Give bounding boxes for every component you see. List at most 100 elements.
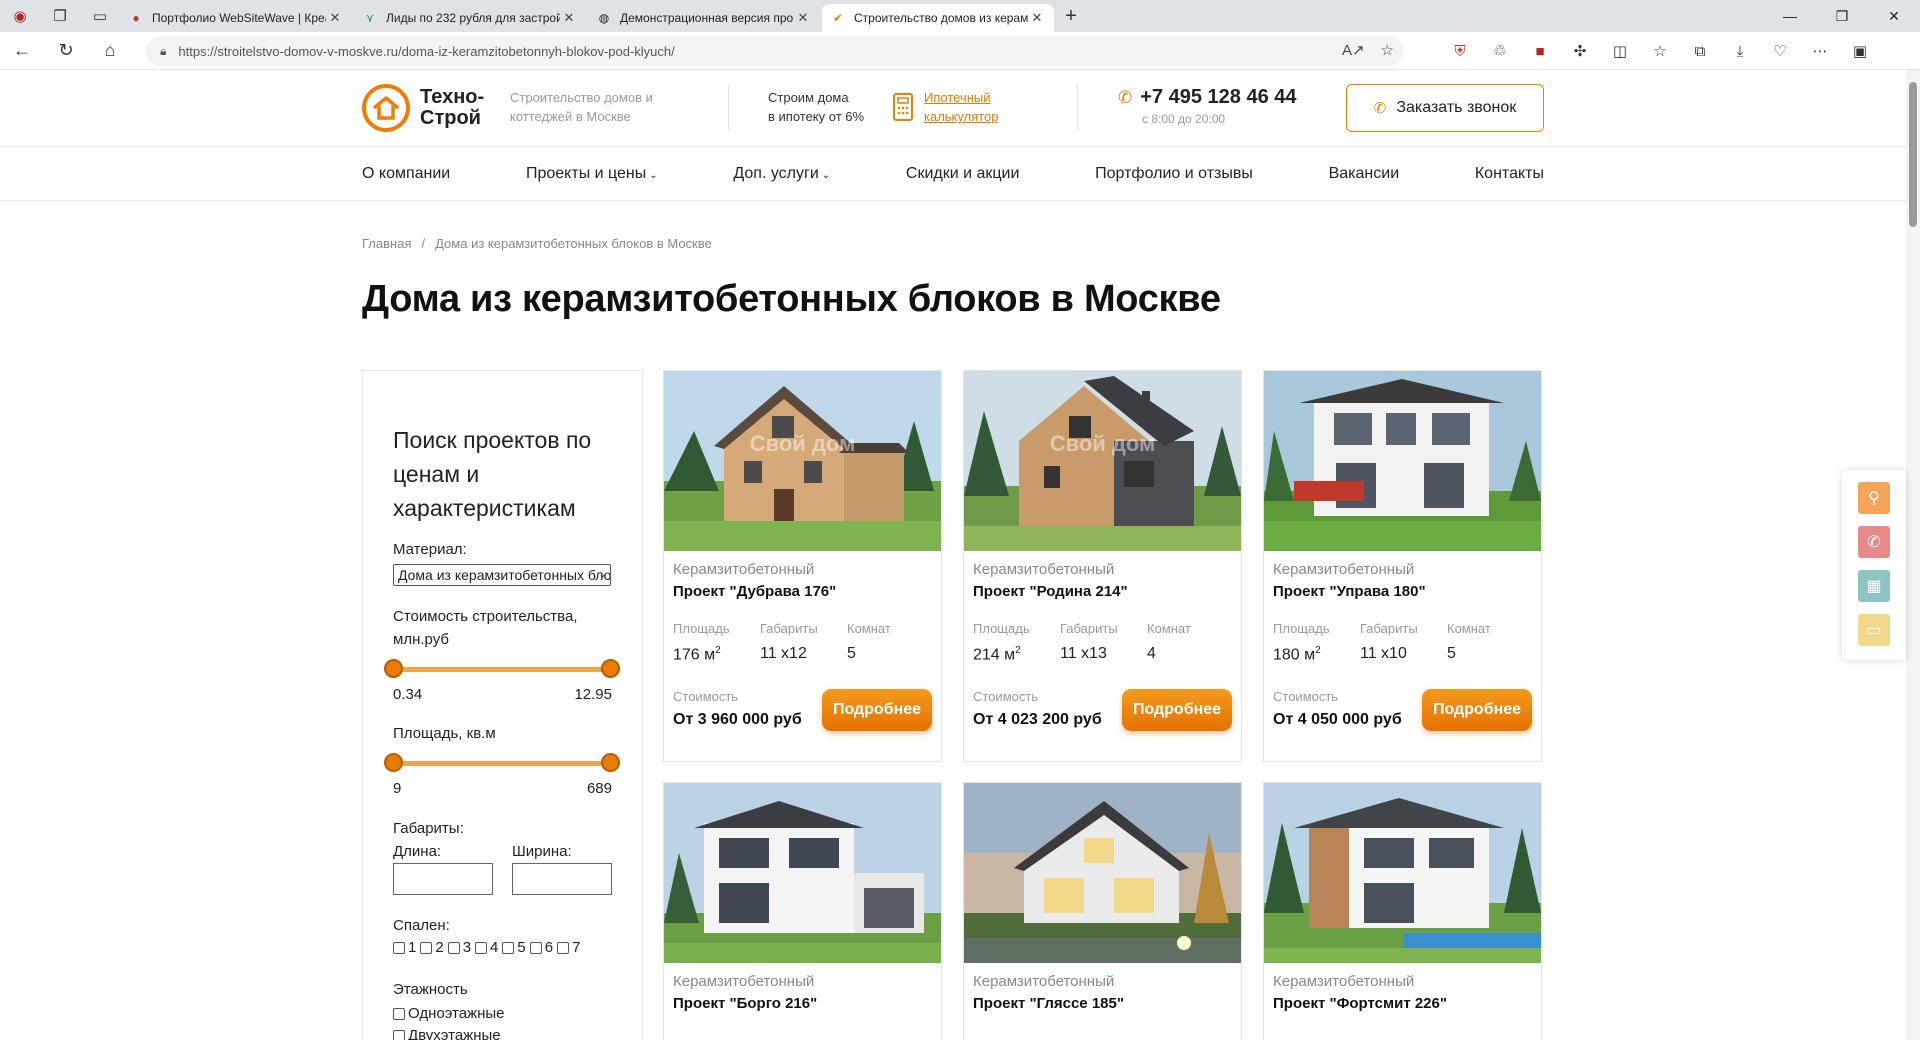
bedrooms-checkbox-6[interactable]: 6 (529, 939, 553, 956)
project-photo[interactable] (1264, 371, 1541, 551)
site-header: Техно- Строй Строительство домов и котте… (0, 70, 1906, 146)
floor-one-checkbox[interactable]: Одноэтажные (393, 1005, 505, 1022)
browser-tab-4[interactable]: ✔ Строительство домов из керам ✕ (822, 4, 1054, 32)
more-menu-icon[interactable]: ⋯ (1800, 42, 1840, 60)
project-photo[interactable]: Свой дом (964, 371, 1241, 551)
details-button[interactable]: Подробнее (822, 689, 932, 731)
window-controls: — ❐ ✕ (1764, 0, 1920, 32)
extension-recycle-icon[interactable]: ♲ (1480, 42, 1520, 60)
cost-range-slider[interactable] (384, 659, 620, 679)
project-photo[interactable] (964, 783, 1241, 963)
card-project-name[interactable]: Проект "Дубрава 176" (673, 583, 836, 600)
nav-portfolio[interactable]: Портфолио и отзывы (1095, 165, 1253, 183)
restore-icon[interactable]: ❐ (1816, 0, 1868, 32)
lock-icon[interactable]: 🔒︎ (160, 44, 166, 59)
favorites-icon[interactable]: ☆ (1640, 42, 1680, 60)
details-button[interactable]: Подробнее (1122, 689, 1232, 731)
nav-vacancies[interactable]: Вакансии (1329, 165, 1400, 183)
browser-tab-3[interactable]: ◍ Демонстрационная версия про ✕ (588, 4, 820, 32)
nav-contacts[interactable]: Контакты (1475, 165, 1544, 183)
sidebar-toggle-icon[interactable]: ▣ (1840, 42, 1880, 60)
card-project-name[interactable]: Проект "Родина 214" (973, 583, 1128, 600)
floor-two-checkbox[interactable]: Двухэтажные (393, 1027, 501, 1040)
bedrooms-checkbox-2[interactable]: 2 (420, 939, 444, 956)
extensions-puzzle-icon[interactable]: ✣ (1560, 42, 1600, 60)
card-material: Керамзитобетонный (1273, 561, 1415, 578)
card-project-name[interactable]: Проект "Гляссе 185" (973, 995, 1124, 1012)
bedrooms-checkbox-4[interactable]: 4 (475, 939, 498, 956)
tab-close-icon[interactable]: ✕ (794, 10, 812, 26)
range-max-handle[interactable] (601, 659, 620, 678)
project-photo[interactable] (664, 783, 941, 963)
breadcrumb-home[interactable]: Главная (362, 236, 411, 251)
home-icon[interactable]: ⌂ (88, 32, 132, 70)
bedrooms-checkbox-1[interactable]: 1 (393, 939, 416, 956)
favorite-star-icon[interactable]: ☆ (1381, 36, 1394, 66)
header-phone[interactable]: ✆ +7 495 128 46 44 с 8:00 до 20:00 (1118, 86, 1297, 126)
project-card[interactable]: Керамзитобетонный Проект "Управа 180" Пл… (1263, 370, 1542, 762)
chat-icon[interactable]: ▭ (1858, 614, 1890, 646)
site-logo[interactable]: Техно- Строй (362, 84, 484, 132)
nav-projects[interactable]: Проекты и цены ⌄ (526, 165, 658, 183)
cost-min-value: 0.34 (393, 686, 423, 703)
nav-discounts[interactable]: Скидки и акции (906, 165, 1020, 183)
card-project-name[interactable]: Проект "Борго 216" (673, 995, 817, 1012)
extension-red-icon[interactable]: ■ (1520, 43, 1560, 60)
workspaces-icon[interactable]: ❐ (40, 0, 80, 32)
grid-icon[interactable]: ▦ (1858, 570, 1890, 602)
browser-profile-icon[interactable]: ◉ (0, 0, 40, 32)
new-tab-button[interactable]: + (1056, 5, 1086, 28)
phone-number[interactable]: +7 495 128 46 44 (1140, 86, 1296, 109)
spec-area-value: 180 м2 (1273, 645, 1321, 664)
nav-about[interactable]: О компании (362, 165, 450, 183)
range-min-handle[interactable] (384, 753, 403, 772)
browser-tab-1[interactable]: ● Портфолио WebSiteWave | Креа ✕ (120, 4, 352, 32)
downloads-icon[interactable]: ⤓ (1720, 43, 1760, 60)
back-icon[interactable]: ← (0, 32, 44, 70)
project-card[interactable]: Свой дом Керамзитобетонный Проект "Родин… (963, 370, 1242, 762)
bedrooms-checkbox-3[interactable]: 3 (447, 939, 471, 956)
project-photo[interactable] (1264, 783, 1541, 963)
tab-favicon-icon: ● (132, 11, 140, 25)
project-card[interactable]: Керамзитобетонный Проект "Борго 216" (663, 782, 942, 1040)
project-photo[interactable]: Свой дом (664, 371, 941, 551)
tab-close-icon[interactable]: ✕ (326, 10, 344, 26)
phone-icon[interactable]: ✆ (1858, 526, 1890, 558)
nav-services[interactable]: Доп. услуги ⌄ (733, 165, 830, 183)
bedrooms-checkboxes: 1 2 3 4 5 6 7 (393, 939, 584, 956)
project-card[interactable]: Керамзитобетонный Проект "Фортсмит 226" (1263, 782, 1542, 1040)
length-input[interactable] (393, 863, 493, 895)
reload-icon[interactable]: ↻ (44, 32, 88, 70)
close-window-icon[interactable]: ✕ (1868, 0, 1920, 32)
minimize-icon[interactable]: — (1764, 0, 1816, 32)
callback-button[interactable]: ✆ Заказать звонок (1346, 84, 1544, 132)
address-bar[interactable]: 🔒︎ https://stroitelstvo-domov-v-moskve.r… (146, 36, 1404, 66)
details-button[interactable]: Подробнее (1422, 689, 1532, 731)
mortgage-line-2: в ипотеку от 6% (768, 109, 865, 124)
card-project-name[interactable]: Проект "Управа 180" (1273, 583, 1426, 600)
width-input[interactable] (512, 863, 612, 895)
tab-close-icon[interactable]: ✕ (560, 10, 578, 26)
page-scrollbar[interactable] (1906, 70, 1920, 1040)
range-max-handle[interactable] (601, 753, 620, 772)
performance-icon[interactable]: ♡ (1760, 42, 1800, 60)
project-card[interactable]: Свой дом Керамзитобетонный Проект "Дубра… (663, 370, 942, 762)
working-hours: с 8:00 до 20:00 (1142, 112, 1226, 126)
material-select[interactable]: Дома из керамзитобетонных блоков ⌄ (393, 564, 611, 586)
collections-icon[interactable]: ⧉ (1680, 43, 1720, 60)
range-min-handle[interactable] (384, 659, 403, 678)
tab-close-icon[interactable]: ✕ (1028, 10, 1046, 26)
browser-tab-2[interactable]: ⋎ Лиды по 232 рубля для застрой ✕ (354, 4, 586, 32)
extension-shield-icon[interactable]: ⛨ (1440, 43, 1480, 60)
area-range-slider[interactable] (384, 753, 620, 773)
bedrooms-checkbox-5[interactable]: 5 (502, 939, 526, 956)
mortgage-calculator-link[interactable]: Ипотечный калькулятор (892, 88, 999, 126)
split-screen-icon[interactable]: ◫ (1600, 42, 1640, 60)
bedrooms-checkbox-7[interactable]: 7 (557, 939, 580, 956)
search-icon[interactable]: ⚲ (1858, 482, 1890, 514)
read-aloud-icon[interactable]: A↗ (1342, 36, 1365, 66)
project-card[interactable]: Керамзитобетонный Проект "Гляссе 185" (963, 782, 1242, 1040)
scrollbar-thumb[interactable] (1909, 82, 1917, 227)
tab-actions-icon[interactable]: ▭ (80, 0, 120, 32)
card-project-name[interactable]: Проект "Фортсмит 226" (1273, 995, 1447, 1012)
